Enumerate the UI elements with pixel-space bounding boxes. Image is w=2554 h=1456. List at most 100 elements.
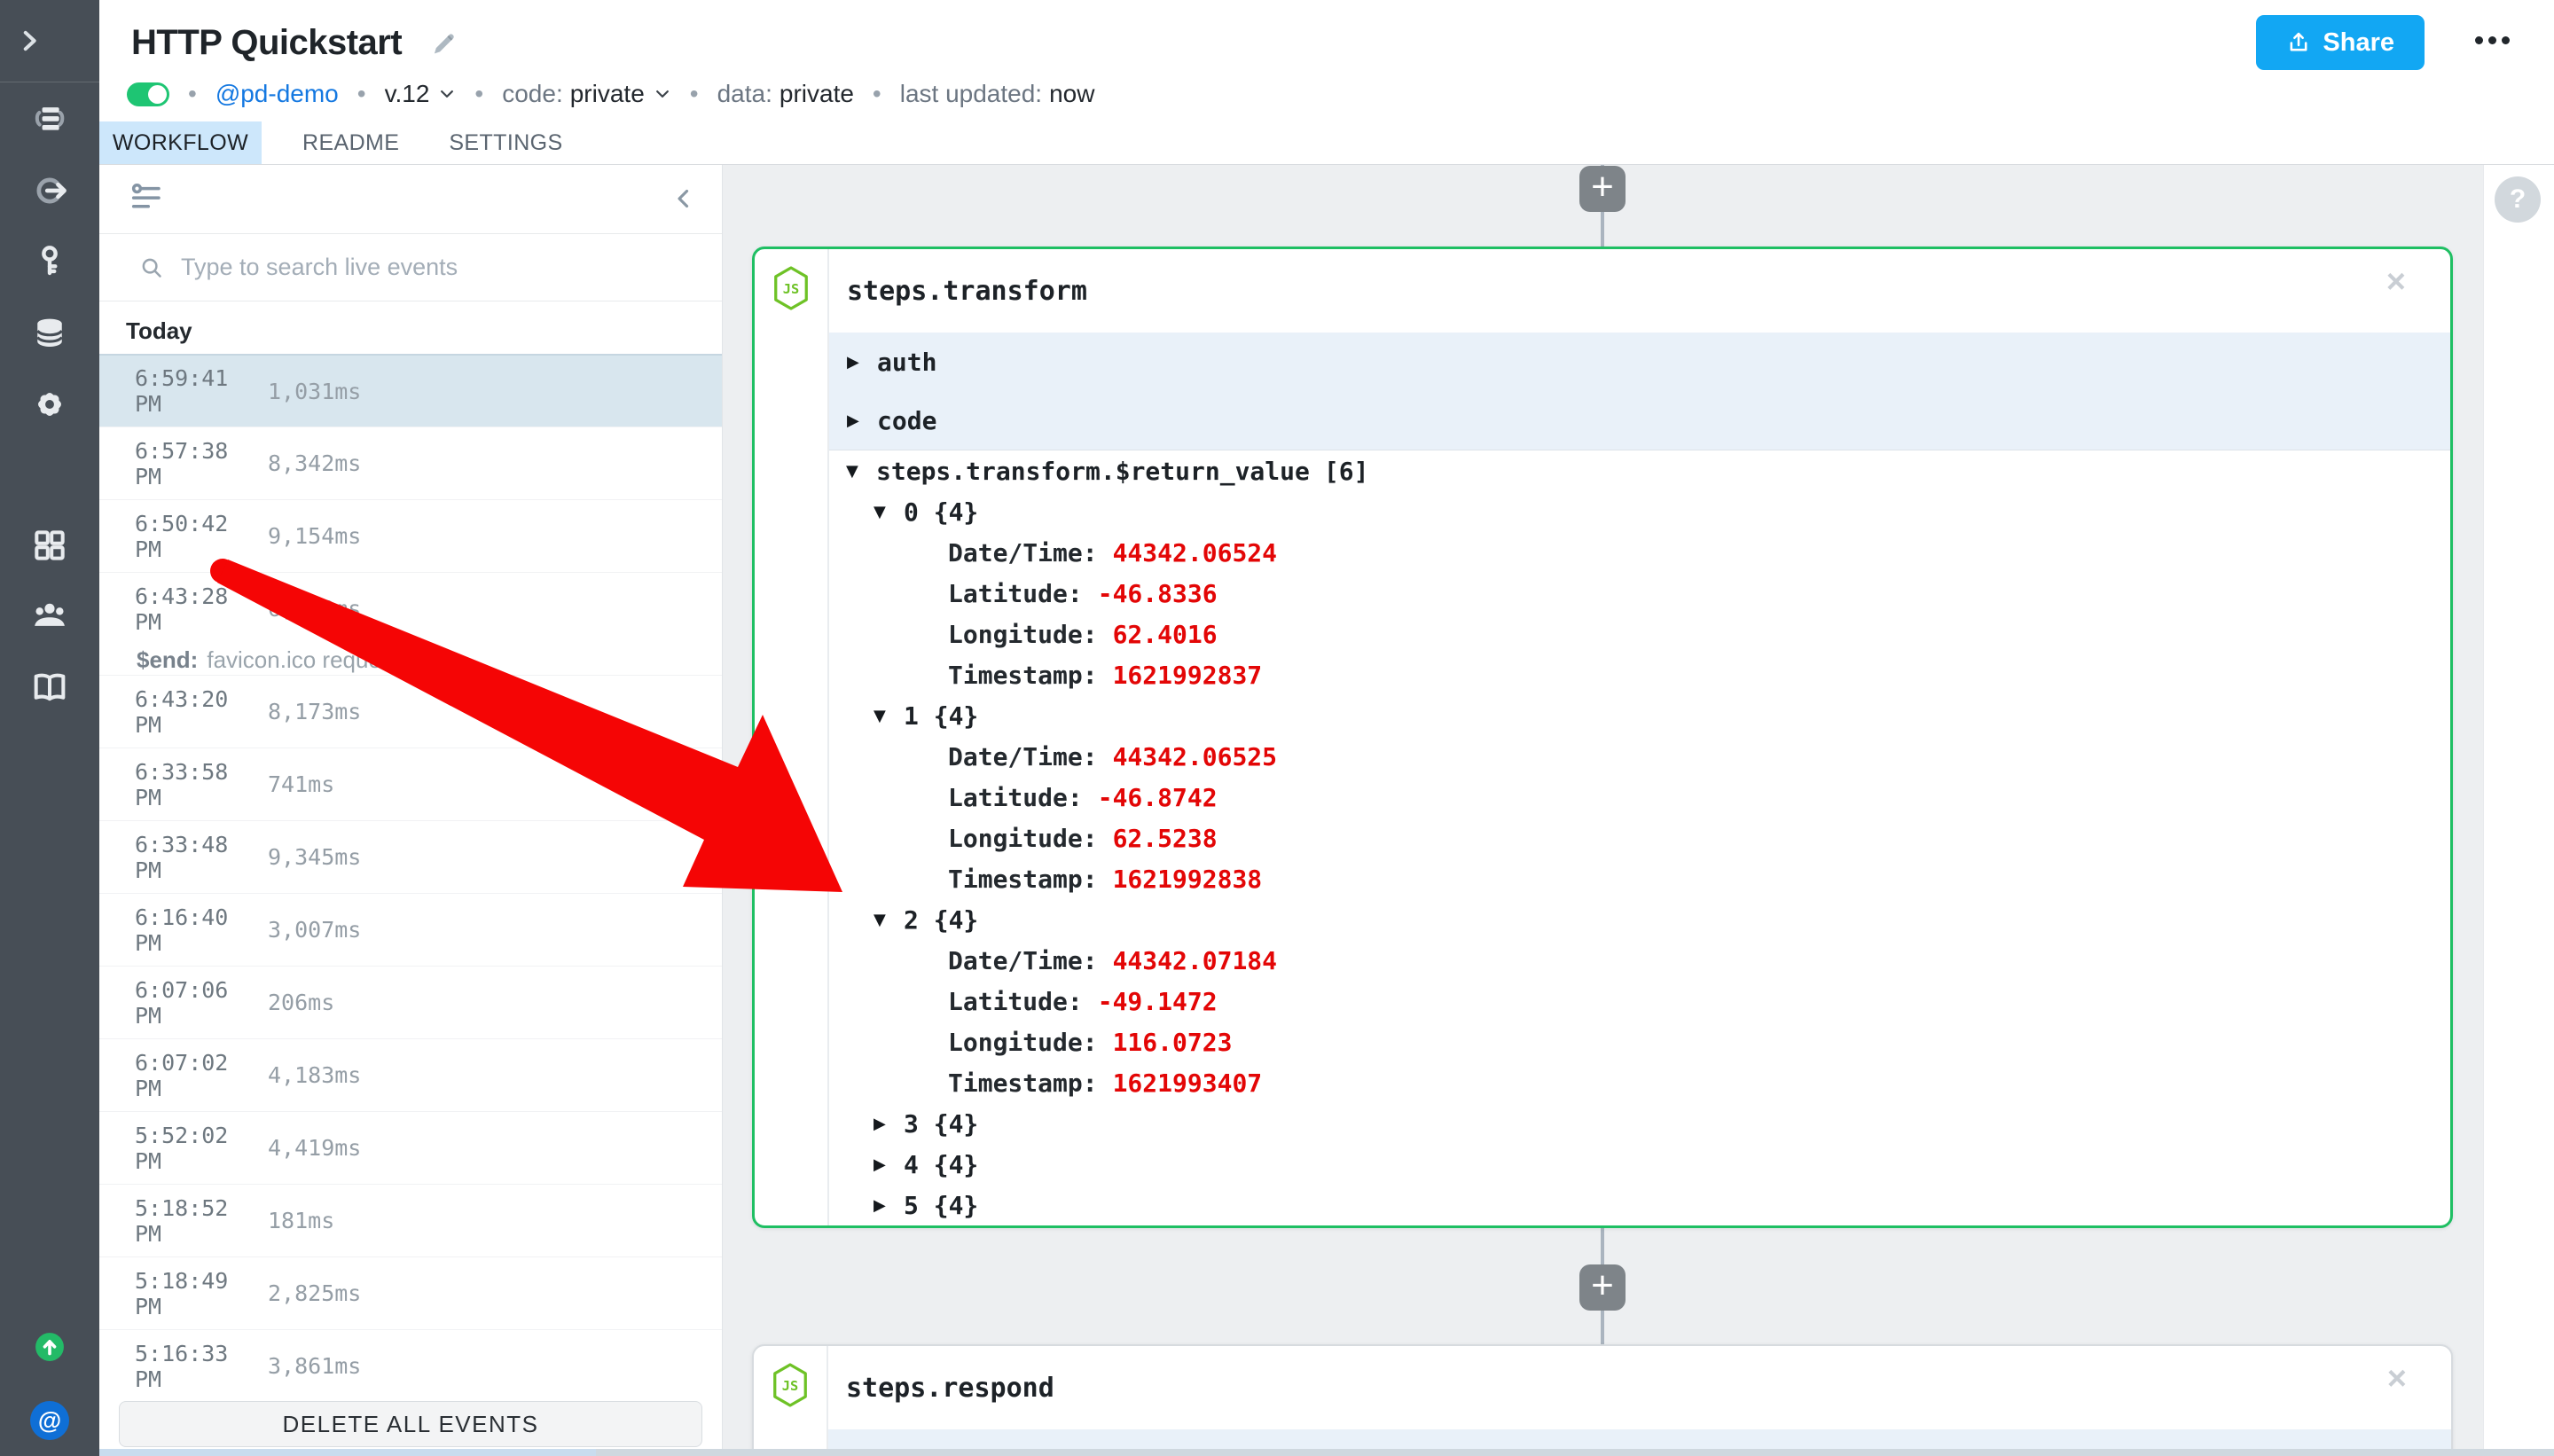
- collapse-panel-chevron-icon[interactable]: [669, 184, 699, 214]
- event-duration: 9,345ms: [268, 844, 361, 870]
- event-time: 6:57:38 PM: [135, 438, 268, 489]
- expanded-triangle-icon[interactable]: ▼: [874, 707, 904, 725]
- event-row[interactable]: 6:16:40 PM3,007ms: [99, 893, 722, 966]
- step-title: steps.respond: [846, 1373, 1054, 1404]
- tab-workflow[interactable]: WORKFLOW: [99, 121, 262, 164]
- collapsed-triangle-icon[interactable]: ▶: [874, 1115, 904, 1133]
- close-step-panel-icon[interactable]: ×: [2387, 1362, 2407, 1396]
- field-key: Date/Time:: [948, 538, 1098, 568]
- field-value: 62.4016: [1113, 620, 1218, 649]
- field-row: Longitude:62.5238: [829, 818, 2450, 858]
- event-row[interactable]: 6:07:02 PM4,183ms: [99, 1038, 722, 1111]
- event-duration: 3,007ms: [268, 917, 361, 943]
- deploy-arrow-icon[interactable]: [35, 1332, 65, 1362]
- delete-all-events-button[interactable]: DELETE ALL EVENTS: [119, 1401, 702, 1447]
- add-step-button[interactable]: +: [1579, 166, 1626, 212]
- field-key: Longitude:: [948, 824, 1098, 853]
- return-value-header-row[interactable]: ▼steps.transform.$return_value[6]: [829, 450, 2450, 491]
- array-item-row-5[interactable]: ▶5 {4}: [829, 1185, 2450, 1225]
- horizontal-scrollbar[interactable]: [99, 1449, 2554, 1456]
- field-key: Latitude:: [948, 987, 1083, 1016]
- version-dropdown[interactable]: v.12: [385, 80, 457, 108]
- array-item-row-1[interactable]: ▼1 {4}: [829, 695, 2450, 736]
- event-time: 6:59:41 PM: [135, 365, 268, 417]
- tab-settings[interactable]: SETTINGS: [440, 121, 571, 164]
- section-row-code[interactable]: ▶code: [829, 391, 2450, 450]
- field-key: Latitude:: [948, 783, 1083, 812]
- field-value: 1621993407: [1113, 1069, 1263, 1098]
- add-step-button[interactable]: +: [1579, 1264, 1626, 1311]
- collapsed-triangle-icon[interactable]: ▶: [874, 1155, 904, 1174]
- docs-book-icon[interactable]: [29, 667, 70, 708]
- field-row: Timestamp:1621992837: [829, 654, 2450, 695]
- collapsed-triangle-icon[interactable]: ▶: [847, 411, 877, 430]
- event-row[interactable]: 6:57:38 PM8,342ms: [99, 427, 722, 499]
- event-row[interactable]: 6:43:20 PM8,173ms: [99, 675, 722, 748]
- event-list: 6:59:41 PM1,031ms6:57:38 PM8,342ms6:50:4…: [99, 354, 722, 1402]
- event-row[interactable]: 6:33:48 PM9,345ms: [99, 820, 722, 893]
- field-value: 44342.07184: [1113, 946, 1277, 975]
- event-sources-icon[interactable]: [29, 170, 70, 211]
- event-time: 5:52:02 PM: [135, 1123, 268, 1174]
- workflows-icon[interactable]: [29, 98, 70, 139]
- scrollbar-thumb[interactable]: [99, 1449, 596, 1456]
- expanded-triangle-icon[interactable]: ▼: [846, 462, 876, 481]
- field-value: 44342.06525: [1113, 742, 1277, 771]
- field-key: Longitude:: [948, 620, 1098, 649]
- event-row[interactable]: 5:52:02 PM4,419ms: [99, 1111, 722, 1184]
- array-item-row-0[interactable]: ▼0 {4}: [829, 491, 2450, 532]
- close-step-panel-icon[interactable]: ×: [2386, 265, 2406, 299]
- array-item-row-2[interactable]: ▼2 {4}: [829, 899, 2450, 940]
- settings-gear-icon[interactable]: [29, 384, 70, 425]
- more-menu-button[interactable]: [2469, 27, 2515, 53]
- collapsed-triangle-icon[interactable]: ▶: [847, 353, 877, 372]
- expanded-triangle-icon[interactable]: ▼: [874, 503, 904, 521]
- events-section-label: Today: [99, 301, 722, 354]
- event-row[interactable]: 6:43:28 PM6,293ms: [99, 572, 722, 645]
- community-icon[interactable]: [29, 595, 70, 636]
- event-row[interactable]: 5:18:52 PM181ms: [99, 1184, 722, 1256]
- page-title: HTTP Quickstart: [131, 23, 402, 63]
- event-row[interactable]: 6:33:58 PM741ms: [99, 748, 722, 820]
- account-avatar[interactable]: @: [29, 1400, 70, 1441]
- step-observability-sections: ▶auth▶code: [829, 333, 2450, 450]
- workflow-active-toggle[interactable]: [127, 82, 169, 106]
- event-row[interactable]: 6:07:06 PM206ms: [99, 966, 722, 1038]
- event-row[interactable]: 5:16:33 PM3,861ms: [99, 1329, 722, 1402]
- help-button[interactable]: ?: [2495, 176, 2541, 223]
- event-row[interactable]: 6:50:42 PM9,154ms: [99, 499, 722, 572]
- field-row: Date/Time:44342.07184: [829, 940, 2450, 981]
- filter-events-icon[interactable]: [128, 180, 165, 217]
- expand-sidebar-chevron-icon[interactable]: [9, 20, 50, 61]
- account-link[interactable]: @pd-demo: [215, 80, 339, 108]
- expanded-triangle-icon[interactable]: ▼: [874, 911, 904, 929]
- array-item-row-4[interactable]: ▶4 {4}: [829, 1144, 2450, 1185]
- event-row[interactable]: 5:18:49 PM2,825ms: [99, 1256, 722, 1329]
- sql-icon[interactable]: [29, 312, 70, 353]
- collapsed-triangle-icon[interactable]: ▶: [874, 1196, 904, 1215]
- tab-readme[interactable]: README: [294, 121, 408, 164]
- section-row-auth[interactable]: ▶auth: [829, 333, 2450, 391]
- field-row: Date/Time: 44342.06524: [829, 532, 2450, 573]
- event-row[interactable]: 6:59:41 PM1,031ms: [99, 354, 722, 427]
- event-duration: 4,419ms: [268, 1135, 361, 1161]
- field-row: Latitude:-46.8336: [829, 573, 2450, 614]
- code-privacy-dropdown[interactable]: code: private: [502, 80, 671, 108]
- share-icon: [2286, 30, 2311, 55]
- share-button[interactable]: Share: [2256, 15, 2425, 70]
- field-value: 44342.06524: [1113, 538, 1277, 568]
- svg-text:JS: JS: [782, 1378, 798, 1394]
- search-input[interactable]: [179, 253, 722, 282]
- event-time: 6:33:58 PM: [135, 759, 268, 810]
- array-item-row-3[interactable]: ▶3 {4}: [829, 1103, 2450, 1144]
- field-value: -46.8742: [1098, 783, 1218, 812]
- keys-icon[interactable]: [29, 240, 70, 281]
- data-privacy-label: data: private: [717, 80, 854, 108]
- svg-text:@: @: [38, 1407, 61, 1434]
- apps-grid-icon[interactable]: [29, 525, 70, 566]
- return-value-tree: ▼steps.transform.$return_value[6]▼0 {4}D…: [829, 450, 2450, 1225]
- workflow-meta-row: • @pd-demo • v.12 • code: private • data…: [127, 80, 1094, 108]
- right-gutter: ?: [2483, 164, 2554, 1456]
- field-key: Timestamp:: [948, 661, 1098, 690]
- edit-title-pencil-icon[interactable]: [429, 28, 459, 59]
